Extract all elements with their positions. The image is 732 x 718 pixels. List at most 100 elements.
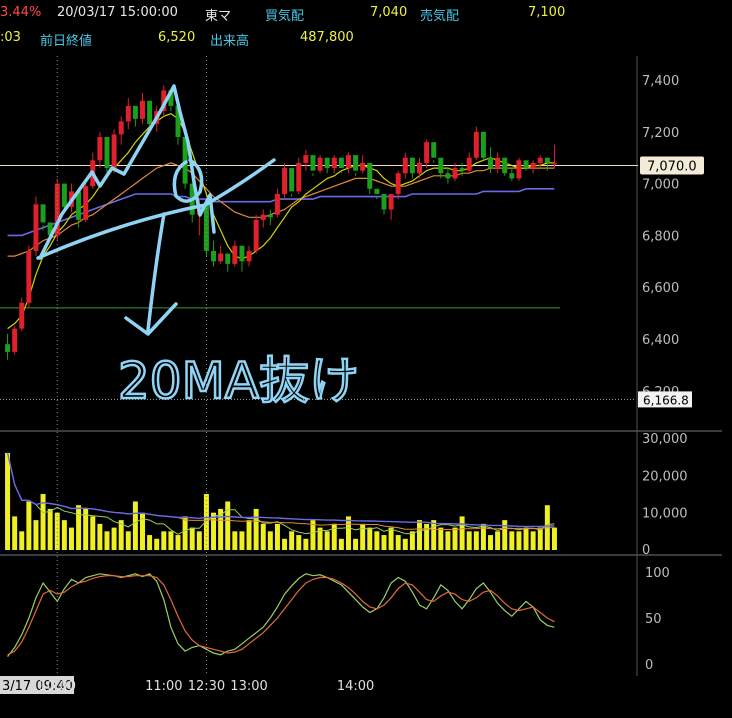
volume-bar <box>495 531 501 550</box>
volume-bar <box>445 531 451 550</box>
price-y-tick: 7,200 <box>642 126 679 141</box>
x-tick-label: 11:00 <box>145 679 182 694</box>
volume-bar <box>97 523 103 550</box>
candle-body <box>360 162 366 171</box>
volume-bar <box>488 535 494 550</box>
volume-bar <box>516 531 522 550</box>
volume-bar <box>47 508 53 550</box>
volume-bar <box>530 531 536 550</box>
candle-body <box>417 162 422 174</box>
volume-panel: 30,000 20,000 10,000 0 <box>5 432 688 558</box>
volume-bar <box>345 516 351 550</box>
price-y-tick: 6,600 <box>642 281 679 296</box>
volume-bar <box>161 531 167 550</box>
annotation-cross-stroke <box>36 158 276 260</box>
candle-body <box>5 344 11 352</box>
volume-bar <box>196 531 202 550</box>
volume-bar <box>509 531 515 550</box>
x-tick-label: 10:00 <box>39 679 76 694</box>
low-marker-label: 6,166.8 <box>643 393 689 407</box>
volume-bar <box>523 527 529 550</box>
candle-body <box>147 100 153 125</box>
volume-bar <box>175 535 181 550</box>
volume-bar <box>324 531 330 550</box>
price-y-tick: 6,800 <box>642 229 679 244</box>
volume-bar <box>381 535 387 550</box>
chart-area[interactable]: 7,4007,2007,0006,8006,6006,4006,2006,166… <box>0 0 732 718</box>
candle-body <box>211 250 217 262</box>
candle-body <box>459 168 465 171</box>
candle-body <box>502 157 508 174</box>
volume-bar <box>431 520 437 550</box>
candle-body <box>218 253 224 262</box>
candle-body <box>140 100 145 119</box>
volume-bar <box>417 520 422 550</box>
candle-body <box>289 168 295 192</box>
volume-bar <box>232 531 238 550</box>
volume-bar <box>424 523 430 550</box>
candle-body <box>466 157 472 171</box>
candle-body <box>61 183 67 207</box>
volume-bar <box>274 523 280 550</box>
volume-bar <box>12 516 18 550</box>
volume-y-tick: 0 <box>642 543 650 558</box>
volume-bar <box>253 508 259 550</box>
candle-body <box>246 250 252 262</box>
candle-body <box>537 157 543 163</box>
volume-bar <box>331 523 337 550</box>
volume-bar <box>267 531 273 550</box>
candle-body <box>104 136 110 169</box>
volume-bar <box>296 535 302 550</box>
volume-bar <box>466 531 472 550</box>
candle-body <box>19 302 25 329</box>
volume-bar <box>367 527 373 550</box>
volume-bar <box>402 538 408 550</box>
volume-bar <box>551 527 557 550</box>
volume-bar <box>182 516 188 550</box>
last-price-label: 7,070.0 <box>647 159 697 174</box>
volume-bar <box>338 538 344 550</box>
x-tick-label: 13:00 <box>230 679 267 694</box>
candle-body <box>274 193 280 215</box>
volume-bar <box>438 527 444 550</box>
candle-body <box>488 157 494 169</box>
candle-body <box>239 245 245 262</box>
volume-bar <box>388 527 394 550</box>
volume-bar <box>104 531 110 550</box>
stoch-y-tick: 0 <box>645 658 653 673</box>
volume-bar <box>260 523 266 550</box>
candle-body <box>324 157 330 169</box>
volume-bar <box>473 531 479 550</box>
candle-body <box>118 121 124 135</box>
stoch-k-line <box>7 573 555 657</box>
candle-body <box>431 142 437 158</box>
ma-long-line <box>7 188 555 237</box>
volume-bar <box>282 538 288 550</box>
volume-bar <box>111 527 117 550</box>
candle-body <box>530 162 536 169</box>
candle-body <box>438 157 444 174</box>
volume-bar <box>502 520 508 550</box>
x-tick-label: 14:00 <box>337 679 374 694</box>
price-y-tick: 7,000 <box>642 178 679 193</box>
volume-bar <box>395 535 401 550</box>
annotation-text: 20MA抜け <box>118 352 359 410</box>
candle-body <box>551 162 557 165</box>
volume-bar <box>76 505 82 550</box>
candle-body <box>495 157 501 169</box>
candle-body <box>83 186 89 220</box>
candle-body <box>452 168 458 179</box>
volume-bar <box>537 527 543 550</box>
stoch-y-tick: 100 <box>645 566 670 581</box>
candle-body <box>40 204 46 223</box>
volume-bar <box>353 538 359 550</box>
candle-body <box>480 131 486 158</box>
candle-body <box>353 155 359 171</box>
volume-bar <box>189 527 195 550</box>
stoch-d-line <box>7 575 555 656</box>
volume-bar <box>154 538 160 550</box>
candle-body <box>97 136 103 161</box>
volume-bar <box>409 531 415 550</box>
candle-body <box>12 328 18 352</box>
volume-bar <box>360 523 366 550</box>
